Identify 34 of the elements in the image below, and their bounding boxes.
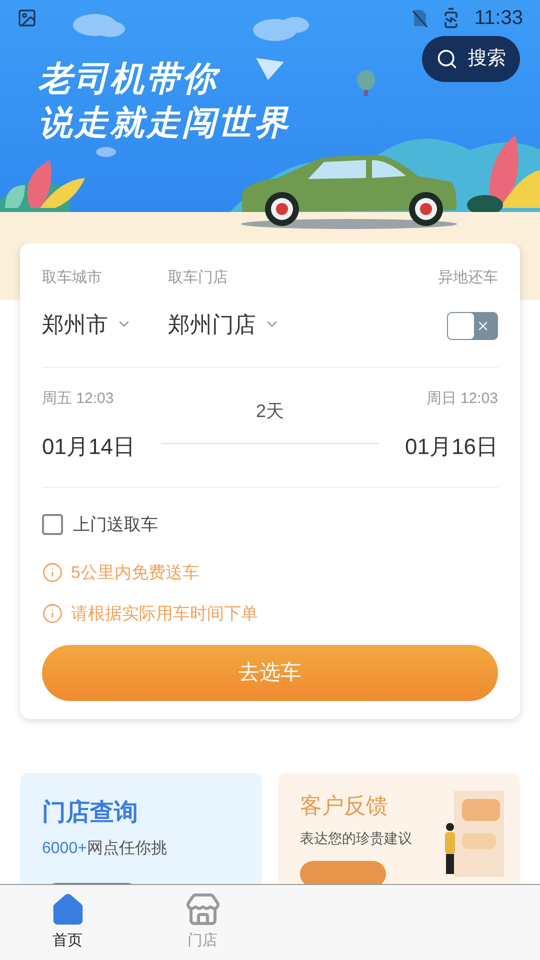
status-time: 11:33 (474, 6, 523, 31)
image-icon (17, 8, 37, 28)
tip-text: 5公里内免费送车 (71, 562, 200, 584)
pickup-time: 周五 12:03 (42, 388, 115, 408)
card-subtitle: 6000+网点任你挑 (42, 838, 168, 858)
feedback-card[interactable]: 客户反馈 表达您的珍贵建议 (278, 772, 520, 884)
checkbox-label: 上门送取车 (73, 514, 158, 536)
card-subtitle: 表达您的珍贵建议 (300, 828, 413, 848)
card-title: 客户反馈 (300, 792, 389, 820)
city-dropdown[interactable]: 郑州市 (42, 308, 168, 340)
banner-headline: 说走就走闯世界 (38, 103, 290, 144)
no-sim-icon (412, 8, 428, 28)
banner-headline: 老司机带你 (38, 59, 218, 100)
search-button[interactable]: 搜索 (422, 36, 520, 82)
card-title: 门店查询 (42, 798, 139, 828)
info-icon (42, 603, 63, 624)
field-label: 取车城市 (42, 268, 103, 288)
pickup-date[interactable]: 01月14日 (42, 430, 135, 463)
rental-duration: 2天 (256, 400, 284, 422)
search-icon (436, 48, 458, 70)
store-dropdown[interactable]: 郑州门店 (168, 308, 438, 340)
balloon-icon (357, 70, 375, 96)
remote-return-toggle[interactable] (447, 312, 498, 340)
checkbox[interactable] (42, 514, 63, 536)
store-query-card[interactable]: 门店查询 6000+网点任你挑 (20, 772, 262, 884)
paper-plane-icon (256, 58, 284, 80)
info-icon (42, 562, 63, 583)
tip-text: 请根据实际用车时间下单 (71, 603, 258, 625)
field-label: 异地还车 (438, 268, 498, 288)
return-date[interactable]: 01月16日 (405, 430, 498, 463)
feedback-button[interactable] (300, 860, 386, 884)
field-label: 取车门店 (168, 268, 229, 288)
return-time: 周日 12:03 (426, 388, 498, 408)
tab-item[interactable]: 首页 (0, 885, 135, 960)
